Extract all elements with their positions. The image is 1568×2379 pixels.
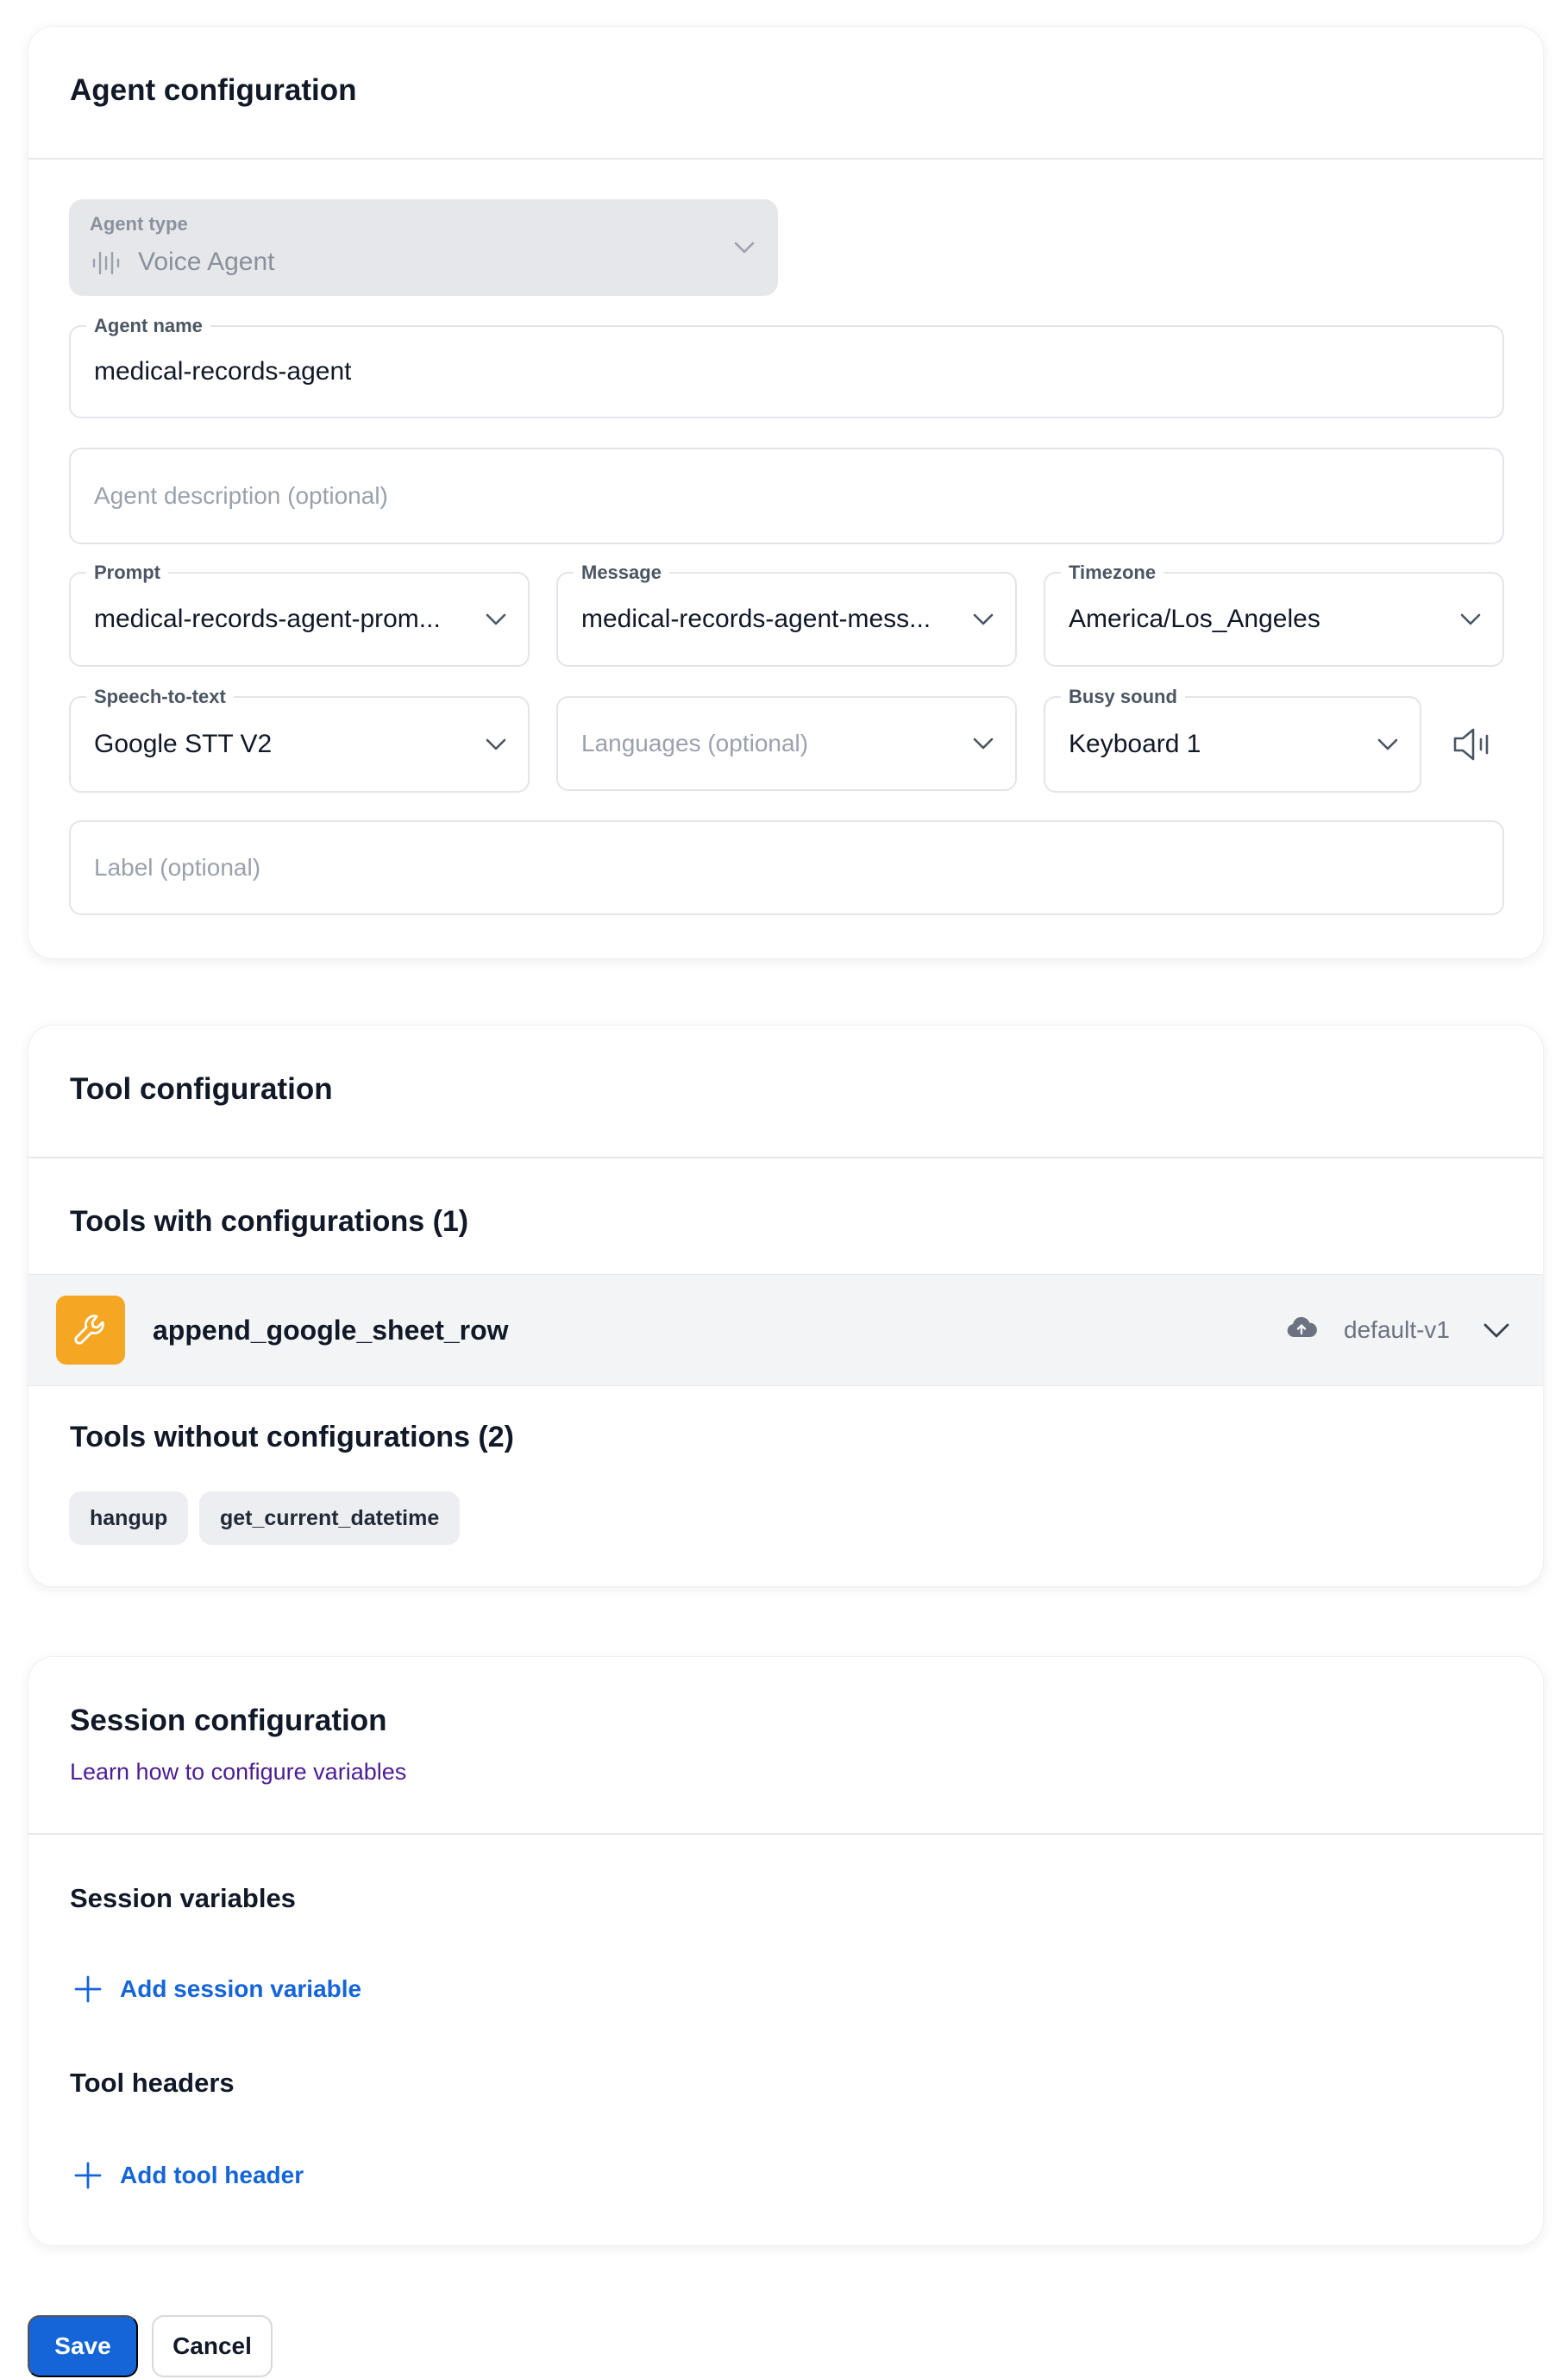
plus-icon	[74, 1975, 102, 2003]
timezone-value: America/Los_Angeles	[1069, 605, 1320, 633]
speech-to-text-label: Speech-to-text	[86, 685, 234, 709]
tool-row-append-google-sheet-row[interactable]: append_google_sheet_row default-v1	[28, 1274, 1543, 1386]
agent-name-value[interactable]: medical-records-agent	[94, 357, 351, 386]
prompt-label: Prompt	[86, 561, 168, 585]
agent-configuration-card: Agent configuration Agent type Voice Age…	[28, 26, 1544, 959]
tools-with-configurations-title: Tools with configurations (1)	[70, 1205, 469, 1238]
label-placeholder: Label (optional)	[94, 854, 261, 881]
agent-type-value: Voice Agent	[138, 248, 275, 276]
add-session-variable-label: Add session variable	[120, 1975, 362, 2002]
tool-configuration-header: Tool configuration	[28, 1026, 1543, 1158]
tool-chip-get-current-datetime: get_current_datetime	[199, 1491, 461, 1545]
chevron-down-icon	[973, 738, 994, 750]
label-field[interactable]: Label (optional)	[69, 820, 1504, 915]
cancel-button[interactable]: Cancel	[152, 2315, 273, 2377]
agent-configuration-title: Agent configuration	[70, 73, 357, 107]
chevron-down-icon	[486, 613, 506, 625]
chevron-down-icon	[1377, 738, 1398, 750]
chevron-down-icon	[1460, 613, 1481, 625]
agent-name-label: Agent name	[86, 314, 210, 338]
save-button[interactable]: Save	[28, 2315, 138, 2377]
chevron-down-icon	[734, 242, 755, 254]
tool-chip-hangup: hangup	[69, 1491, 189, 1545]
timezone-select[interactable]: Timezone America/Los_Angeles	[1044, 561, 1504, 667]
busy-sound-label: Busy sound	[1061, 685, 1185, 709]
session-configuration-header: Session configuration Learn how to confi…	[28, 1657, 1543, 1835]
tools-without-configurations-title: Tools without configurations (2)	[70, 1421, 514, 1453]
busy-sound-value: Keyboard 1	[1069, 730, 1201, 758]
message-value: medical-records-agent-mess...	[581, 605, 931, 633]
wrench-icon	[56, 1296, 125, 1365]
agent-type-label: Agent type	[90, 213, 188, 235]
busy-sound-select[interactable]: Busy sound Keyboard 1	[1044, 685, 1421, 793]
chevron-down-icon[interactable]	[1483, 1322, 1510, 1340]
tool-name: append_google_sheet_row	[153, 1315, 509, 1346]
agent-name-field[interactable]: Agent name medical-records-agent	[69, 314, 1504, 418]
add-tool-header-button[interactable]: Add tool header	[73, 2156, 304, 2195]
speech-to-text-select[interactable]: Speech-to-text Google STT V2	[69, 685, 530, 793]
agent-configuration-header: Agent configuration	[28, 27, 1543, 160]
tool-configuration-title: Tool configuration	[70, 1072, 333, 1106]
languages-placeholder: Languages (optional)	[581, 730, 809, 756]
tool-configuration-card: Tool configuration Tools with configurat…	[28, 1025, 1544, 1587]
tool-version: default-v1	[1344, 1316, 1450, 1343]
chevron-down-icon	[973, 613, 994, 625]
session-configuration-title: Session configuration	[70, 1704, 387, 1737]
timezone-label: Timezone	[1061, 561, 1164, 585]
add-session-variable-button[interactable]: Add session variable	[73, 1969, 361, 2009]
message-select[interactable]: Message medical-records-agent-mess...	[556, 561, 1017, 667]
languages-select[interactable]: Languages (optional)	[556, 696, 1017, 791]
speaker-icon[interactable]	[1452, 725, 1493, 763]
voice-waveform-icon	[92, 251, 120, 275]
message-label: Message	[574, 561, 669, 585]
plus-icon	[74, 2162, 102, 2189]
learn-configure-variables-link[interactable]: Learn how to configure variables	[70, 1759, 406, 1786]
agent-description-placeholder: Agent description (optional)	[94, 482, 388, 509]
session-variables-title: Session variables	[70, 1883, 296, 1913]
agent-description-field[interactable]: Agent description (optional)	[69, 448, 1504, 544]
tool-headers-title: Tool headers	[70, 2068, 235, 2098]
agent-type-select: Agent type Voice Agent	[69, 199, 778, 296]
session-configuration-card: Session configuration Learn how to confi…	[28, 1656, 1544, 2246]
prompt-value: medical-records-agent-prom...	[94, 605, 441, 633]
cloud-upload-icon	[1287, 1316, 1317, 1337]
chevron-down-icon	[486, 738, 506, 750]
add-tool-header-label: Add tool header	[120, 2162, 304, 2188]
speech-to-text-value: Google STT V2	[94, 730, 273, 758]
prompt-select[interactable]: Prompt medical-records-agent-prom...	[69, 561, 530, 667]
